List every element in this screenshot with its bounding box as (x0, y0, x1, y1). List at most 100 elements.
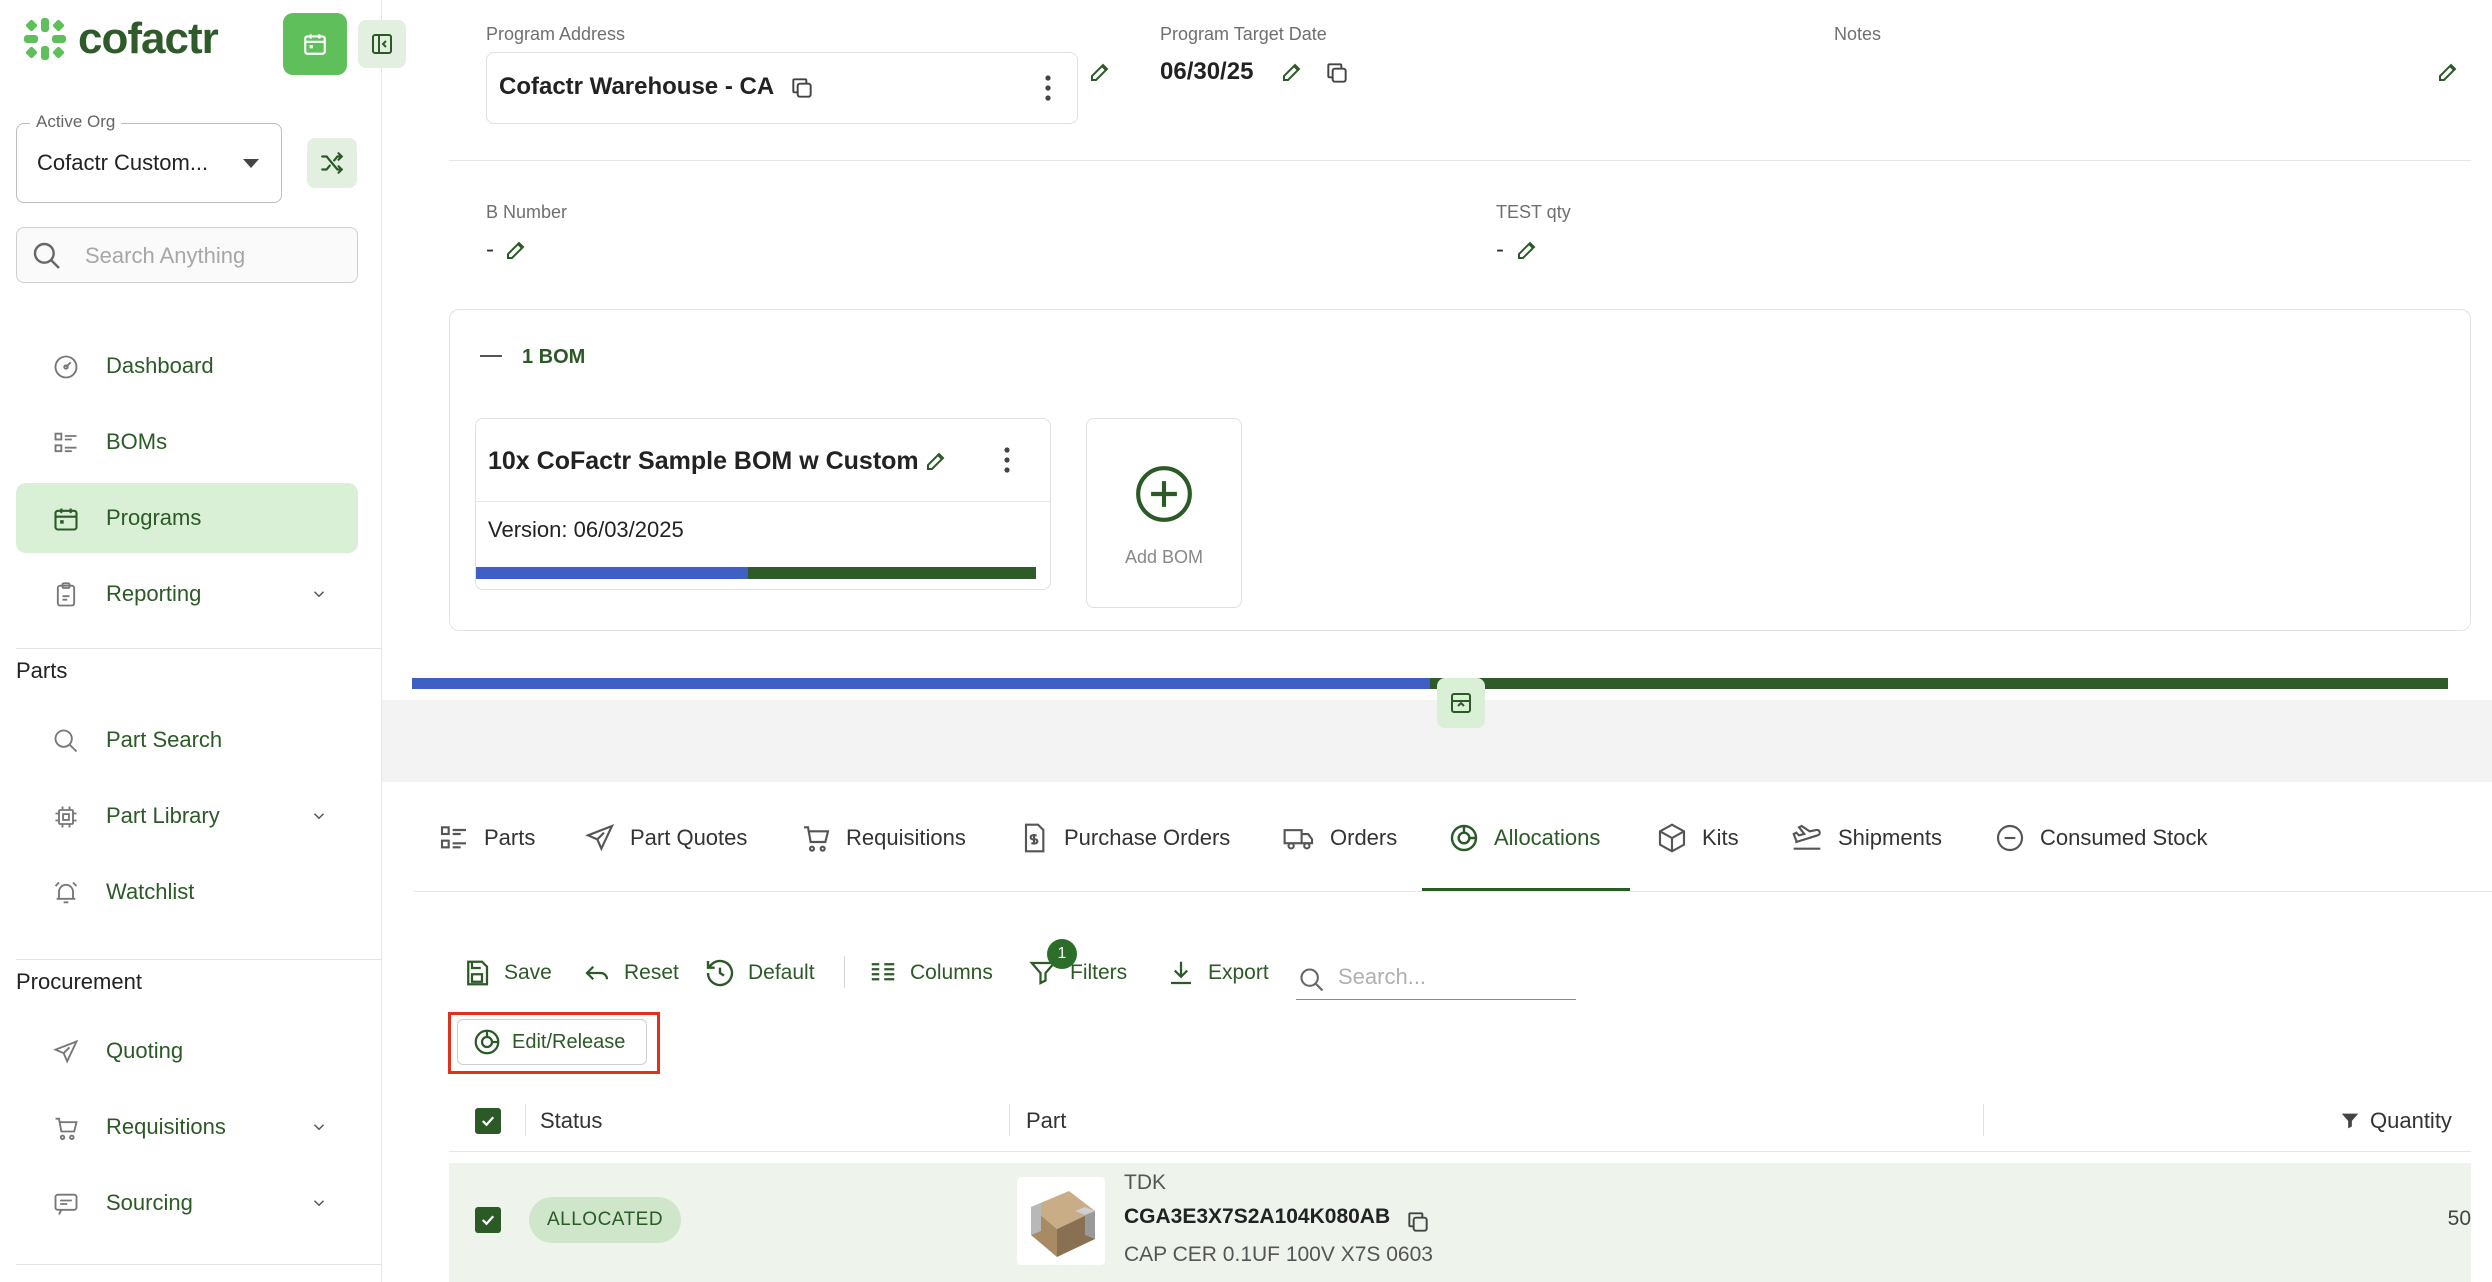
program-address-value: Cofactr Warehouse - CA (499, 73, 775, 100)
edit-bom-icon[interactable] (924, 449, 948, 473)
sidebar-item-watchlist[interactable]: Watchlist (16, 857, 358, 927)
search-icon (1300, 968, 1324, 992)
copy-icon[interactable] (1324, 60, 1350, 86)
sidebar-item-quoting[interactable]: Quoting (16, 1016, 358, 1086)
logo[interactable]: cofactr (22, 14, 219, 64)
add-bom-label: Add BOM (1124, 547, 1204, 567)
tab-allocations[interactable]: Allocations (1448, 818, 1600, 858)
edit-b-number-icon[interactable] (504, 238, 528, 262)
logo-text: cofactr (78, 14, 219, 63)
save-button[interactable]: Save (462, 953, 552, 993)
programs-shortcut-button[interactable] (283, 13, 347, 75)
filter-icon[interactable] (2339, 1110, 2361, 1132)
sidebar-item-part-search[interactable]: Part Search (16, 705, 358, 775)
list-icon (54, 432, 77, 453)
column-header-status[interactable]: Status (540, 1108, 602, 1134)
app-root: cofactr Active Org Cofactr Custom... Sea… (0, 0, 2492, 1282)
tab-label: Kits (1702, 825, 1739, 850)
global-search-placeholder: Search Anything (85, 243, 246, 268)
sidebar-item-programs[interactable]: Programs (16, 483, 358, 553)
collapse-details-handle[interactable] (1437, 678, 1485, 728)
sidebar-item-label: Programs (106, 505, 202, 530)
switch-org-button[interactable] (307, 138, 357, 188)
chevron-down-icon (313, 1124, 325, 1131)
tab-part-quotes[interactable]: Part Quotes (584, 818, 747, 858)
save-icon (467, 960, 489, 986)
add-bom-button[interactable]: Add BOM (1086, 418, 1242, 608)
bom-count-label[interactable]: 1 BOM (522, 346, 585, 369)
collapse-sidebar-button[interactable] (358, 20, 406, 68)
program-address-label: Program Address (486, 24, 626, 44)
default-button[interactable]: Default (704, 953, 815, 993)
tab-consumed-stock[interactable]: Consumed Stock (1994, 818, 2208, 858)
edit-release-button[interactable]: Edit/Release (457, 1019, 647, 1065)
reset-button[interactable]: Reset (582, 953, 679, 993)
sidebar-item-dashboard[interactable]: Dashboard (16, 331, 358, 401)
active-org-value: Cofactr Custom... (37, 150, 209, 175)
filters-button[interactable]: Filters (1028, 953, 1127, 993)
tab-label: Requisitions (846, 825, 966, 850)
dashboard-icon (54, 355, 78, 379)
edit-date-icon[interactable] (1280, 60, 1304, 84)
columns-label: Columns (910, 961, 993, 984)
kebab-menu-icon[interactable] (1043, 73, 1053, 103)
chevron-down-icon (313, 591, 325, 598)
part-number[interactable]: CGA3E3X7S2A104K080AB (1124, 1205, 1390, 1229)
table-search-placeholder: Search... (1338, 964, 1427, 989)
table-row[interactable]: ALLOCATED TDK CGA3E3X7S2A104K080AB CAP C… (449, 1163, 2471, 1282)
default-label: Default (748, 961, 815, 984)
parts-section-title: Parts (16, 658, 68, 683)
minus-circle-icon (1996, 824, 2024, 852)
tab-kits[interactable]: Kits (1656, 818, 1739, 858)
export-button[interactable]: Export (1166, 953, 1269, 993)
table-header: Status Part Quantity (449, 1090, 2471, 1152)
table-search-input[interactable]: Search... (1296, 958, 1576, 1000)
column-separator (525, 1104, 526, 1136)
columns-button[interactable]: Columns (868, 953, 993, 993)
copy-icon[interactable] (1405, 1209, 1431, 1235)
tab-purchase-orders[interactable]: Purchase Orders (1018, 818, 1230, 858)
kebab-menu-icon[interactable] (1002, 445, 1012, 475)
edit-notes-icon[interactable] (2436, 60, 2460, 84)
sidebar-item-sourcing[interactable]: Sourcing (16, 1168, 358, 1238)
active-org-select[interactable]: Cofactr Custom... (16, 123, 282, 203)
bom-card[interactable]: 10x CoFactr Sample BOM w Custom Version:… (475, 418, 1051, 590)
tab-parts[interactable]: Parts (438, 818, 535, 858)
sidebar-item-label: Sourcing (106, 1190, 193, 1215)
history-icon (706, 959, 734, 987)
pie-icon (474, 1029, 500, 1055)
shuffle-icon (321, 152, 344, 174)
edit-test-qty-icon[interactable] (1515, 238, 1539, 262)
sidebar-item-boms[interactable]: BOMs (16, 407, 358, 477)
checkmark-icon (481, 1116, 495, 1127)
sidebar-divider (16, 1264, 382, 1265)
sourcing-icon (54, 1193, 78, 1215)
column-separator (1009, 1104, 1010, 1136)
procurement-section-title: Procurement (16, 969, 142, 994)
search-icon (54, 729, 78, 753)
plane-icon (1792, 824, 1821, 850)
sidebar-item-label: Watchlist (106, 879, 195, 904)
row-checkbox[interactable] (475, 1207, 501, 1233)
filters-label: Filters (1070, 961, 1128, 984)
column-header-part[interactable]: Part (1026, 1108, 1066, 1134)
sidebar-item-requisitions[interactable]: Requisitions (16, 1092, 358, 1162)
column-header-quantity[interactable]: Quantity (2370, 1108, 2452, 1134)
collapse-bom-icon[interactable] (480, 355, 502, 357)
b-number-label: B Number (486, 202, 568, 222)
tab-requisitions[interactable]: Requisitions (800, 818, 966, 858)
sidebar-item-reporting[interactable]: Reporting (16, 559, 358, 629)
sidebar-item-label: Part Search (106, 727, 223, 752)
tab-orders[interactable]: Orders (1282, 818, 1397, 858)
sidebar-item-label: BOMs (106, 429, 168, 454)
edit-address-icon[interactable] (1088, 60, 1112, 84)
part-description: CAP CER 0.1UF 100V X7S 0603 (1124, 1243, 1433, 1266)
sidebar-item-label: Quoting (106, 1038, 184, 1063)
copy-icon[interactable] (789, 75, 815, 101)
tab-label: Shipments (1838, 825, 1942, 850)
sidebar-item-part-library[interactable]: Part Library (16, 781, 358, 851)
bom-card-title: 10x CoFactr Sample BOM w Custom (488, 447, 919, 475)
select-all-checkbox[interactable] (475, 1108, 501, 1134)
tab-shipments[interactable]: Shipments (1790, 818, 1942, 858)
global-search-input[interactable]: Search Anything (16, 227, 358, 283)
